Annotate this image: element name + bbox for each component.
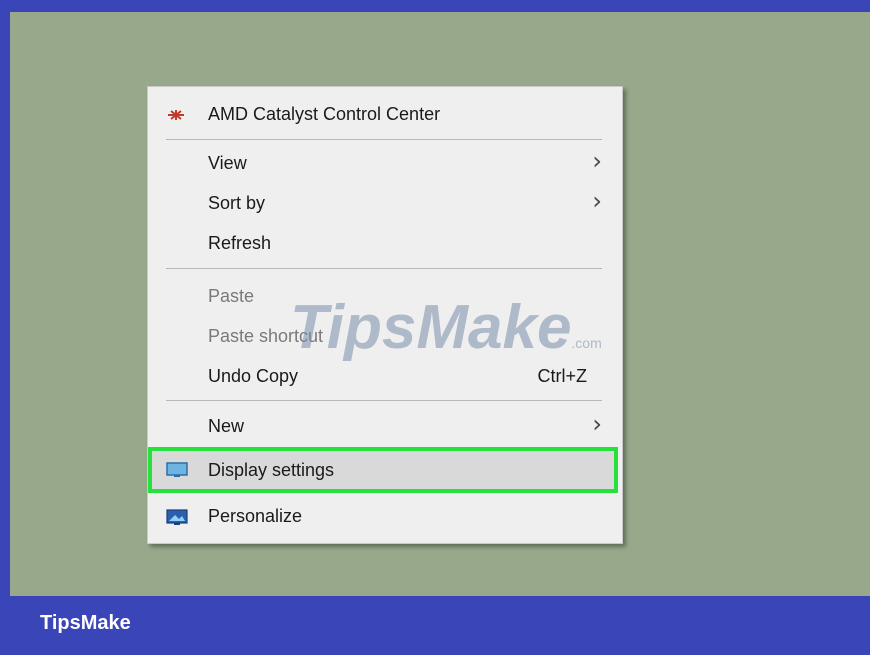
submenu-arrow-icon: › (592, 410, 602, 438)
menu-item-new[interactable]: New › (148, 407, 622, 445)
menu-item-label: View (208, 153, 247, 173)
menu-item-label: Display settings (208, 460, 335, 480)
menu-item-label: Personalize (208, 506, 303, 526)
menu-item-label: Refresh (208, 233, 272, 253)
shortcut-label: Ctrl+Z (537, 366, 588, 386)
personalize-icon (166, 508, 188, 531)
menu-separator (166, 268, 602, 269)
watermark-suffix: .com (571, 335, 602, 351)
menu-item-label: AMD Catalyst Control Center (208, 104, 441, 124)
menu-separator (166, 400, 602, 401)
amd-icon (166, 106, 186, 127)
menu-item-sort-by[interactable]: Sort by › (148, 184, 622, 222)
menu-item-label: Undo Copy (208, 366, 299, 386)
watermark-text: TipsMake (290, 293, 572, 362)
menu-item-label: Sort by (208, 193, 266, 213)
menu-item-personalize[interactable]: Personalize (148, 497, 622, 535)
menu-item-refresh[interactable]: Refresh (148, 224, 622, 262)
menu-item-amd-catalyst[interactable]: AMD Catalyst Control Center (148, 95, 622, 133)
brand-label: TipsMake (40, 612, 131, 634)
menu-item-display-settings[interactable]: Display settings (148, 451, 622, 489)
submenu-arrow-icon: › (592, 187, 602, 215)
menu-separator (166, 139, 602, 140)
menu-item-label: Paste (208, 286, 255, 306)
watermark: TipsMake.com (290, 292, 602, 363)
menu-item-label: New (208, 416, 245, 436)
display-icon (166, 462, 188, 483)
submenu-arrow-icon: › (592, 147, 602, 175)
menu-item-view[interactable]: View › (148, 144, 622, 182)
